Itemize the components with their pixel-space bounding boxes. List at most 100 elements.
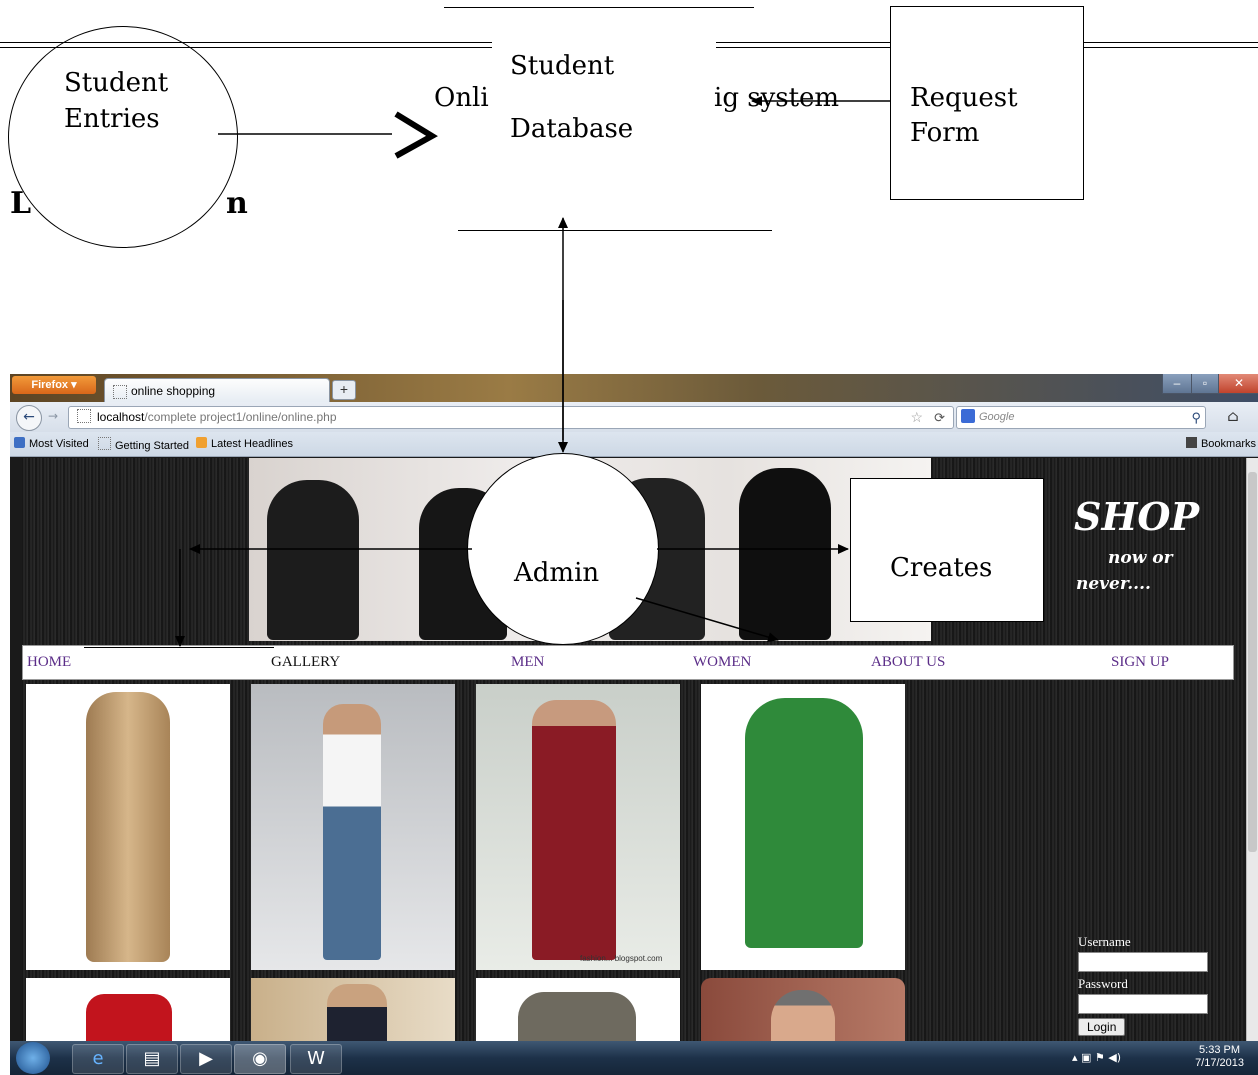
admin-label: Admin — [514, 558, 600, 588]
obscured-title-left: Onli — [434, 83, 489, 113]
password-input[interactable] — [1078, 994, 1208, 1014]
product-salwar-suit[interactable]: fashion... blogspot.com — [476, 684, 680, 970]
minimize-button[interactable]: ‒ — [1162, 374, 1192, 394]
product-image — [745, 698, 863, 948]
url-path: /complete project1/online/online.php — [144, 410, 337, 424]
word-taskbar-button[interactable]: W — [290, 1044, 342, 1074]
search-placeholder: Google — [979, 411, 1015, 423]
student-entries-line2: Entries — [64, 104, 160, 134]
system-clock[interactable]: 5:33 PM 7/17/2013 — [1195, 1044, 1244, 1070]
tray-icons[interactable]: ▴ ▣ ⚑ ◀) — [1072, 1051, 1121, 1064]
database-top-line — [444, 7, 754, 8]
student-entries-circle — [8, 26, 238, 248]
menu-men[interactable]: MEN — [511, 654, 544, 671]
browser-window: Firefox ▾ online shopping + ‒ ▫ ✕ ← → lo… — [10, 374, 1258, 1075]
search-bar[interactable]: Google ⚲ — [956, 406, 1206, 429]
clock-time: 5:33 PM — [1199, 1044, 1241, 1056]
menu-sign-up[interactable]: SIGN UP — [1111, 654, 1169, 671]
new-tab-button[interactable]: + — [332, 380, 356, 400]
top-rule-middle — [716, 42, 892, 48]
firefox-menu-button[interactable]: Firefox ▾ — [12, 376, 96, 394]
top-rule-right — [1082, 42, 1258, 48]
product-green-jacket[interactable] — [701, 684, 905, 970]
bookmarks-toolbar: Most Visited Getting Started Latest Head… — [10, 432, 1258, 457]
search-icon[interactable]: ⚲ — [1191, 407, 1201, 428]
ie-taskbar-button[interactable]: e — [72, 1044, 124, 1074]
creates-label: Creates — [890, 553, 993, 583]
product-jeans-model[interactable] — [251, 684, 455, 970]
banner-model-1 — [267, 480, 359, 640]
tab-title: online shopping — [131, 384, 216, 398]
student-database-line2: Database — [510, 114, 634, 144]
shop-tagline-1: now or — [1108, 548, 1173, 568]
page-icon — [113, 385, 127, 399]
product-red-coat[interactable] — [26, 978, 230, 1041]
login-panel: Username Password Login — [1078, 934, 1218, 1036]
request-form-line1: Request — [910, 83, 1018, 113]
google-icon — [961, 409, 975, 423]
shop-title: SHOP — [1074, 494, 1200, 539]
product-coat-tan[interactable] — [26, 684, 230, 970]
explorer-taskbar-button[interactable]: ▤ — [126, 1044, 178, 1074]
product-image — [86, 994, 172, 1041]
bookmark-getting-started[interactable]: Getting Started — [98, 437, 189, 452]
menu-women[interactable]: WOMEN — [693, 654, 751, 671]
product-image — [518, 992, 636, 1041]
bookmark-latest-headlines[interactable]: Latest Headlines — [196, 437, 293, 450]
rss-icon — [196, 437, 207, 448]
student-database-line1: Student — [510, 51, 615, 81]
page-icon — [98, 437, 111, 450]
underline-connector — [84, 647, 274, 648]
site-identity-icon — [77, 409, 91, 423]
menu-gallery[interactable]: GALLERY — [271, 654, 340, 671]
firefox-taskbar-button[interactable]: ◉ — [234, 1044, 286, 1074]
close-button[interactable]: ✕ — [1218, 374, 1258, 394]
back-button[interactable]: ← — [16, 405, 42, 431]
database-bottom-line — [458, 230, 772, 231]
scroll-thumb[interactable] — [1248, 472, 1257, 852]
start-button[interactable] — [16, 1042, 50, 1074]
photo-watermark: fashion... blogspot.com — [580, 954, 663, 963]
maximize-button[interactable]: ▫ — [1191, 374, 1219, 394]
product-image — [532, 700, 616, 960]
title-bar: Firefox ▾ online shopping + ‒ ▫ ✕ — [10, 374, 1258, 403]
bookmark-most-visited[interactable]: Most Visited — [14, 437, 89, 450]
obscured-title-right: ig system — [714, 83, 840, 113]
home-icon[interactable]: ⌂ — [1216, 406, 1250, 427]
url-bar[interactable]: localhost/complete project1/online/onlin… — [68, 406, 954, 429]
username-input[interactable] — [1078, 952, 1208, 972]
windows-taskbar: e ▤ ▶ ◉ W ▴ ▣ ⚑ ◀) 5:33 PM 7/17/2013 — [10, 1041, 1258, 1075]
obscured-heading-right: n — [226, 186, 248, 221]
navigation-toolbar: ← → localhost/complete project1/online/o… — [10, 402, 1258, 432]
open-arrowhead — [394, 111, 438, 159]
forward-button[interactable]: → — [44, 409, 62, 426]
request-form-line2: Form — [910, 118, 980, 148]
reload-icon[interactable]: ⟳ — [934, 407, 945, 428]
star-icon[interactable]: ☆ — [910, 407, 923, 428]
product-suit-model[interactable] — [251, 978, 455, 1041]
menu-about-us[interactable]: ABOUT US — [871, 654, 945, 671]
bookmarks-icon — [1185, 437, 1197, 448]
clock-date: 7/17/2013 — [1195, 1057, 1244, 1069]
username-label: Username — [1078, 934, 1131, 949]
most-visited-icon — [14, 437, 25, 448]
database-cover — [492, 12, 714, 192]
tab-online-shopping[interactable]: online shopping — [104, 378, 330, 403]
url-host: localhost — [97, 410, 145, 424]
product-grey-coat[interactable] — [476, 978, 680, 1041]
site-menu: HOME GALLERY MEN WOMEN ABOUT US SIGN UP — [22, 645, 1234, 680]
banner-model-4 — [739, 468, 831, 640]
product-hat-model[interactable] — [701, 978, 905, 1041]
admin-circle — [467, 453, 659, 645]
page-scrollbar[interactable] — [1246, 458, 1258, 1041]
product-image — [323, 704, 381, 960]
password-label: Password — [1078, 976, 1128, 991]
menu-home[interactable]: HOME — [27, 654, 71, 671]
product-image — [327, 984, 387, 1041]
product-image — [86, 692, 170, 962]
login-button[interactable]: Login — [1078, 1018, 1126, 1036]
student-entries-line1: Student — [64, 68, 169, 98]
bookmarks-menu[interactable]: Bookmarks — [1185, 437, 1256, 450]
media-player-taskbar-button[interactable]: ▶ — [180, 1044, 232, 1074]
shop-tagline-2: never.... — [1076, 574, 1151, 594]
